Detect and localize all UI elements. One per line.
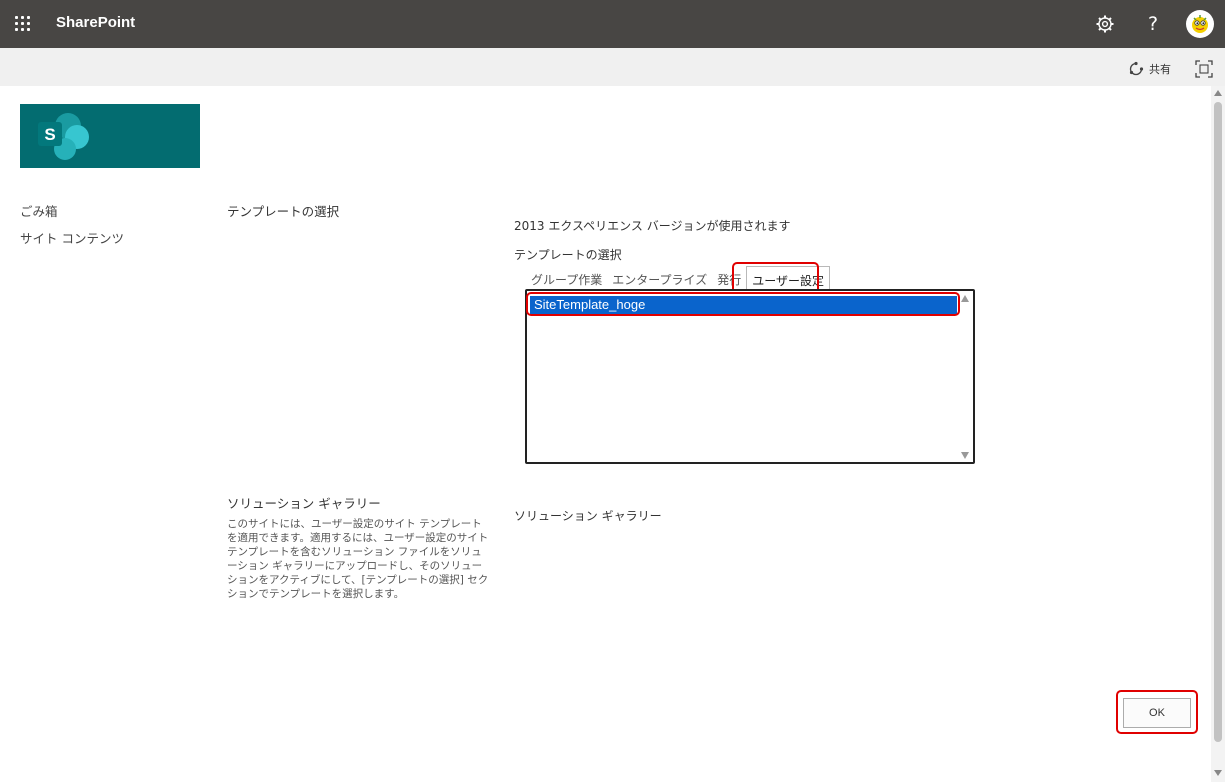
help-icon[interactable]: ?: [1141, 12, 1165, 36]
page-scrollbar[interactable]: [1211, 86, 1225, 782]
focus-mode-icon[interactable]: [1195, 60, 1213, 78]
share-label: 共有: [1149, 63, 1171, 76]
logo-letter: S: [44, 125, 55, 144]
scroll-up-icon[interactable]: [1214, 90, 1222, 96]
app-title[interactable]: SharePoint: [56, 14, 135, 31]
solution-description: このサイトには、ユーザー設定のサイト テンプレートを適用できます。適用するには、…: [227, 518, 489, 600]
nav-recycle-bin[interactable]: ごみ箱: [20, 201, 58, 220]
command-bar: 共有: [0, 48, 1225, 86]
nav-site-contents[interactable]: サイト コンテンツ: [20, 228, 124, 247]
template-section-title: テンプレートの選択: [227, 204, 340, 219]
experience-version-note: 2013 エクスペリエンス バージョンが使用されます: [514, 219, 791, 233]
template-listbox[interactable]: SiteTemplate_hoge: [525, 289, 975, 464]
ok-button[interactable]: OK: [1123, 698, 1191, 728]
app-launcher-icon[interactable]: [11, 12, 35, 36]
scroll-thumb[interactable]: [1214, 102, 1222, 742]
suite-bar: SharePoint ?: [0, 0, 1225, 48]
solution-gallery-link[interactable]: ソリューション ギャラリー: [514, 507, 662, 524]
gear-icon[interactable]: [1093, 12, 1117, 36]
listbox-scroll-down-icon[interactable]: [961, 452, 969, 459]
template-label: テンプレートの選択: [514, 248, 622, 262]
avatar[interactable]: [1186, 10, 1214, 38]
scroll-down-icon[interactable]: [1214, 770, 1222, 776]
listbox-scrollbar[interactable]: [957, 291, 973, 462]
solution-section-title: ソリューション ギャラリー: [227, 496, 381, 511]
site-logo[interactable]: S: [20, 104, 200, 168]
share-icon: [1129, 61, 1144, 76]
share-button[interactable]: 共有: [1128, 60, 1171, 78]
listbox-scroll-up-icon[interactable]: [961, 295, 969, 302]
template-option[interactable]: SiteTemplate_hoge: [530, 296, 957, 314]
